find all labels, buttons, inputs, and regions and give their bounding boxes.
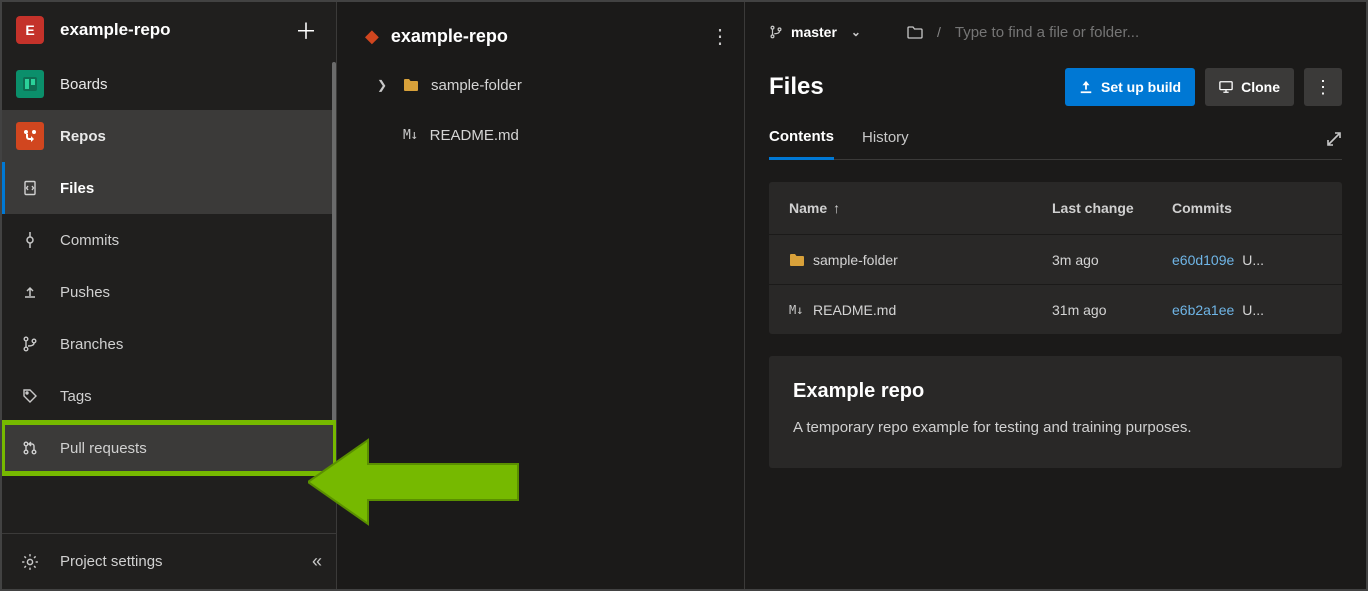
cell-lastchange: 3m ago — [1052, 252, 1172, 268]
sidebar-item-pushes[interactable]: Pushes — [2, 266, 336, 318]
cell-commit: e6b2a1eeU... — [1172, 302, 1322, 318]
folder-icon — [789, 253, 813, 267]
nav-section-repos[interactable]: Repos — [2, 110, 336, 162]
button-label: Set up build — [1101, 79, 1181, 95]
repos-icon — [16, 122, 44, 150]
cell-commit: e60d109eU... — [1172, 252, 1322, 268]
sidebar-item-label: Pushes — [60, 284, 110, 301]
sidebar-item-branches[interactable]: Branches — [2, 318, 336, 370]
sidebar-footer: Project settings « — [2, 533, 336, 589]
sort-asc-icon: ↑ — [833, 200, 840, 216]
plus-icon: ＋ — [295, 14, 317, 46]
monitor-icon — [1219, 80, 1233, 94]
markdown-icon: M↓ — [789, 303, 813, 317]
sidebar-item-label: Commits — [60, 232, 119, 249]
branch-selector[interactable]: master ⌄ — [769, 24, 861, 40]
sidebar-item-files[interactable]: Files — [2, 162, 336, 214]
more-vertical-icon: ⋮ — [1314, 77, 1332, 98]
nav-section-boards[interactable]: Boards — [2, 58, 336, 110]
cell-name: sample-folder — [813, 252, 898, 268]
chevron-down-icon: ⌄ — [851, 25, 861, 39]
file-table: Name ↑ Last change Commits sample-folder… — [769, 182, 1342, 334]
more-actions-button[interactable]: ⋮ — [1304, 68, 1342, 106]
sidebar: E example-repo ＋ Boards Repos — [2, 2, 337, 589]
readme-body: A temporary repo example for testing and… — [793, 417, 1318, 440]
column-header-commits[interactable]: Commits — [1172, 200, 1322, 216]
title-row: Files Set up build Clone ⋮ — [769, 68, 1342, 106]
new-item-button[interactable]: ＋ — [290, 14, 322, 46]
markdown-icon: M↓ — [403, 128, 418, 143]
tree-more-button[interactable]: ⋮ — [708, 24, 732, 49]
file-tree-panel: ◆ example-repo ⋮ ❯ sample-folder M↓ READ… — [337, 2, 745, 589]
sidebar-item-commits[interactable]: Commits — [2, 214, 336, 266]
tree-folder-row[interactable]: ❯ sample-folder — [337, 60, 744, 110]
tab-contents[interactable]: Contents — [769, 128, 834, 160]
repo-diamond-icon: ◆ — [365, 26, 379, 47]
nav-label: Repos — [60, 128, 106, 145]
boards-icon — [16, 70, 44, 98]
cell-lastchange: 31m ago — [1052, 302, 1172, 318]
table-row[interactable]: sample-folder 3m ago e60d109eU... — [769, 234, 1342, 284]
tag-icon — [16, 388, 44, 404]
nav-label: Boards — [60, 76, 108, 93]
tab-row: Contents History — [769, 128, 1342, 160]
branch-icon — [769, 25, 783, 39]
tab-history[interactable]: History — [862, 129, 909, 158]
tree-node-label: sample-folder — [431, 77, 522, 94]
commit-icon — [16, 232, 44, 248]
project-header: E example-repo ＋ — [2, 2, 336, 58]
sidebar-item-tags[interactable]: Tags — [2, 370, 336, 422]
table-header: Name ↑ Last change Commits — [769, 182, 1342, 234]
folder-icon — [403, 78, 419, 92]
branch-bar: master ⌄ / — [769, 12, 1342, 52]
set-up-build-button[interactable]: Set up build — [1065, 68, 1195, 106]
column-header-lastchange[interactable]: Last change — [1052, 200, 1172, 216]
project-settings-link[interactable]: Project settings — [60, 553, 163, 570]
page-title: Files — [769, 73, 1065, 101]
breadcrumb-separator: / — [937, 24, 941, 40]
tree-node-label: README.md — [430, 127, 519, 144]
breadcrumb-root-icon[interactable] — [907, 25, 923, 39]
sidebar-item-pull-requests[interactable]: Pull requests — [2, 422, 336, 474]
commit-hash[interactable]: e60d109e — [1172, 252, 1234, 268]
project-avatar[interactable]: E — [16, 16, 44, 44]
pull-request-icon — [16, 440, 44, 456]
more-vertical-icon: ⋮ — [710, 26, 730, 48]
branch-icon — [16, 336, 44, 352]
sidebar-item-label: Pull requests — [60, 440, 147, 457]
table-row[interactable]: M↓ README.md 31m ago e6b2a1eeU... — [769, 284, 1342, 334]
sidebar-item-label: Branches — [60, 336, 123, 353]
commit-hash[interactable]: e6b2a1ee — [1172, 302, 1234, 318]
repo-name: example-repo — [391, 26, 708, 47]
branch-name: master — [791, 24, 837, 40]
column-header-name[interactable]: Name ↑ — [789, 200, 1052, 216]
push-icon — [16, 284, 44, 300]
clone-button[interactable]: Clone — [1205, 68, 1294, 106]
project-title[interactable]: example-repo — [60, 20, 290, 40]
gear-icon[interactable] — [16, 553, 44, 571]
tree-header[interactable]: ◆ example-repo ⋮ — [337, 12, 744, 60]
tree-file-row[interactable]: M↓ README.md — [337, 110, 744, 160]
button-label: Clone — [1241, 79, 1280, 95]
fullscreen-button[interactable] — [1326, 131, 1342, 157]
collapse-sidebar-button[interactable]: « — [312, 551, 322, 572]
main-panel: master ⌄ / Files Set up build Clone — [745, 2, 1366, 589]
readme-title: Example repo — [793, 380, 1318, 403]
sidebar-item-label: Files — [60, 180, 94, 197]
readme-card: Example repo A temporary repo example fo… — [769, 356, 1342, 468]
file-code-icon — [16, 180, 44, 196]
cell-name: README.md — [813, 302, 896, 318]
repos-subnav: Files Commits Pushes — [2, 162, 336, 474]
chevron-right-icon: ❯ — [377, 78, 397, 92]
path-finder-input[interactable] — [955, 24, 1342, 41]
chevron-double-left-icon: « — [312, 551, 322, 571]
build-icon — [1079, 80, 1093, 94]
sidebar-item-label: Tags — [60, 388, 92, 405]
fullscreen-icon — [1326, 131, 1342, 147]
scrollbar[interactable] — [332, 62, 336, 432]
